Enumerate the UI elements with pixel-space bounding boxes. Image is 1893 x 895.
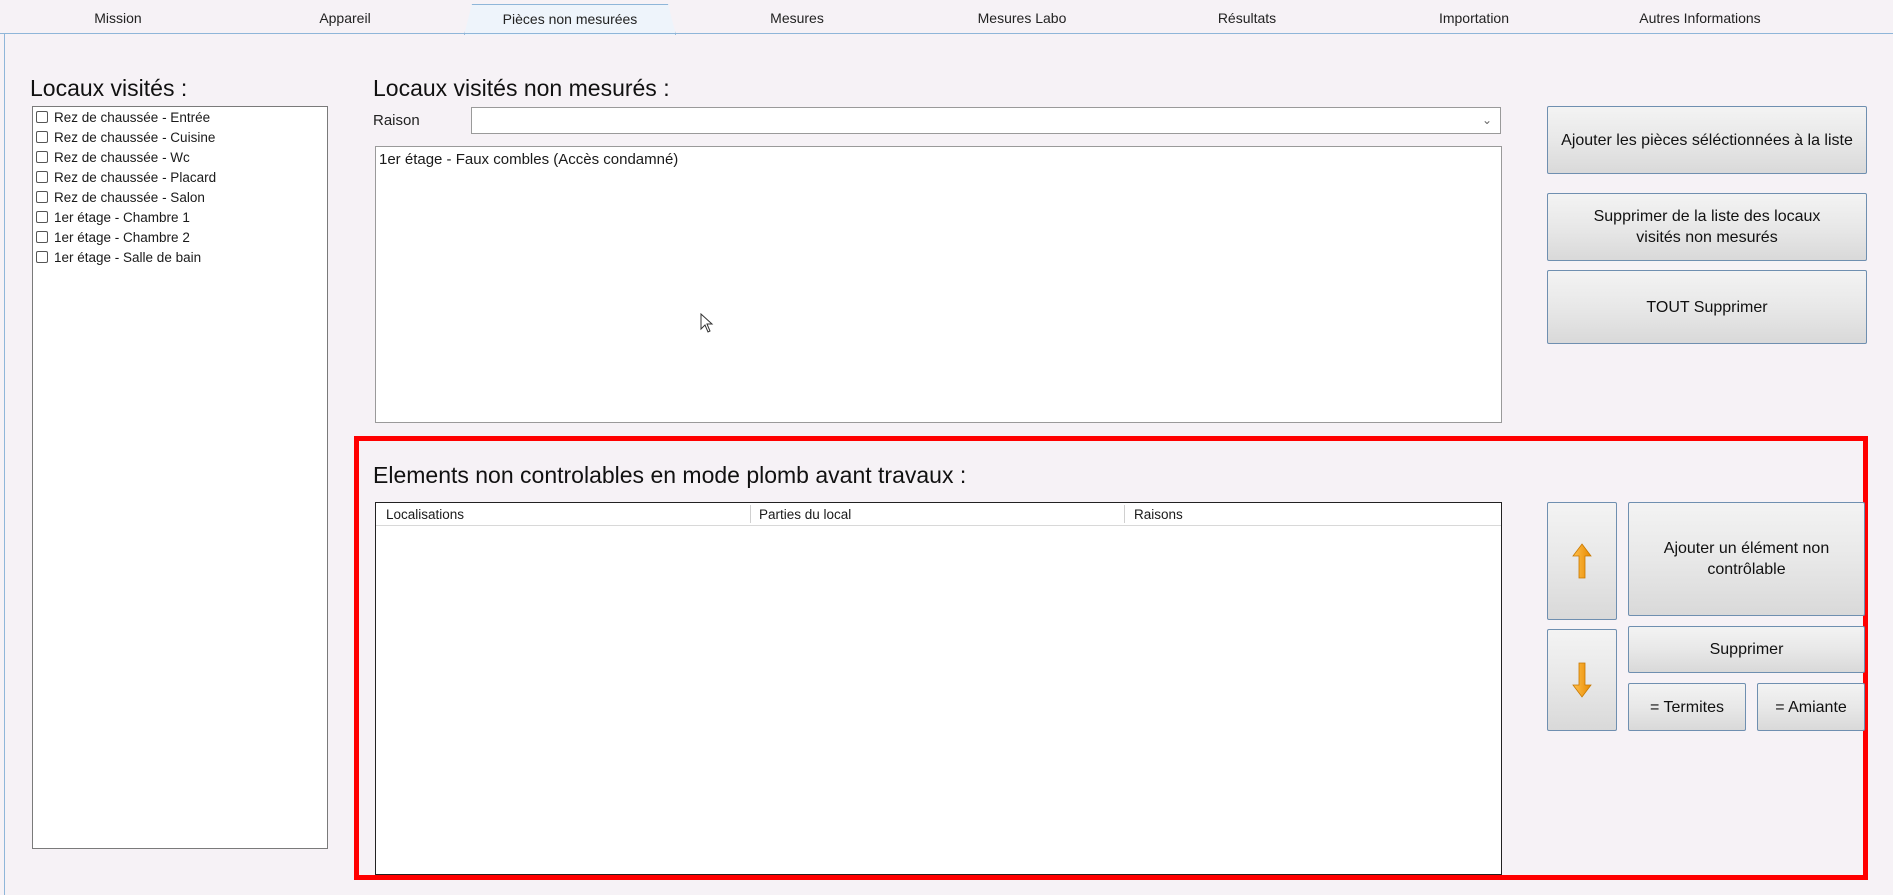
column-separator[interactable] [750, 505, 751, 523]
checkbox[interactable] [36, 231, 48, 243]
column-header-localisations[interactable]: Localisations [386, 507, 464, 522]
list-item[interactable]: Rez de chaussée - Cuisine [33, 127, 327, 147]
checkbox[interactable] [36, 151, 48, 163]
tab-divider [0, 33, 1893, 34]
column-header-raisons[interactable]: Raisons [1134, 507, 1183, 522]
add-element-button[interactable]: Ajouter un élément non contrôlable [1628, 502, 1865, 616]
tab-importation[interactable]: Importation [1394, 4, 1554, 33]
list-item-label: Rez de chaussée - Cuisine [54, 129, 216, 145]
elements-title: Elements non controlables en mode plomb … [373, 462, 967, 488]
list-item-label: 1er étage - Chambre 2 [54, 229, 190, 245]
delete-all-button[interactable]: TOUT Supprimer [1547, 270, 1867, 344]
tab-appareil[interactable]: Appareil [265, 4, 425, 33]
delete-element-button[interactable]: Supprimer [1628, 626, 1865, 673]
list-item[interactable]: 1er étage - Chambre 1 [33, 207, 327, 227]
tab-pieces-non-mesurees[interactable]: Pièces non mesurées [464, 4, 676, 35]
raison-dropdown[interactable]: ⌄ [471, 107, 1501, 134]
list-item-label: 1er étage - Salle de bain [54, 249, 202, 265]
tab-bar: Mission Appareil Pièces non mesurées Mes… [0, 0, 1893, 34]
move-down-button[interactable] [1547, 629, 1617, 731]
arrow-down-icon [1572, 662, 1592, 698]
add-selected-rooms-button[interactable]: Ajouter les pièces séléctionnées à la li… [1547, 106, 1867, 174]
locaux-visites-list[interactable]: Rez de chaussée - Entrée Rez de chaussée… [32, 106, 328, 849]
checkbox[interactable] [36, 171, 48, 183]
list-item[interactable]: 1er étage - Salle de bain [33, 247, 327, 267]
amiante-button[interactable]: = Amiante [1757, 683, 1865, 731]
list-item-label: 1er étage - Chambre 1 [54, 209, 190, 225]
frame-border [4, 34, 5, 895]
list-item[interactable]: 1er étage - Chambre 2 [33, 227, 327, 247]
checkbox[interactable] [36, 191, 48, 203]
list-item[interactable]: Rez de chaussée - Entrée [33, 107, 327, 127]
tab-mission[interactable]: Mission [38, 4, 198, 33]
mouse-cursor-icon [700, 313, 714, 333]
raison-label: Raison [373, 112, 420, 129]
termites-button[interactable]: = Termites [1628, 683, 1746, 731]
tab-resultats[interactable]: Résultats [1167, 4, 1327, 33]
checkbox[interactable] [36, 251, 48, 263]
arrow-up-icon [1572, 543, 1592, 579]
checkbox[interactable] [36, 111, 48, 123]
elements-table[interactable]: Localisations Parties du local Raisons [375, 502, 1502, 875]
list-item-label: Rez de chaussée - Entrée [54, 109, 211, 125]
tab-mesures[interactable]: Mesures [717, 4, 877, 33]
checkbox[interactable] [36, 211, 48, 223]
column-separator[interactable] [1124, 505, 1125, 523]
locaux-visites-title: Locaux visités : [30, 75, 188, 101]
list-item-label: Rez de chaussée - Placard [54, 169, 217, 185]
move-up-button[interactable] [1547, 502, 1617, 620]
column-header-parties[interactable]: Parties du local [759, 507, 851, 522]
table-header: Localisations Parties du local Raisons [376, 503, 1501, 526]
list-item[interactable]: Rez de chaussée - Wc [33, 147, 327, 167]
list-item[interactable]: Rez de chaussée - Placard [33, 167, 327, 187]
remove-from-list-button[interactable]: Supprimer de la liste des locaux visités… [1547, 193, 1867, 261]
list-item-label: Rez de chaussée - Salon [54, 189, 205, 205]
tab-mesures-labo[interactable]: Mesures Labo [942, 4, 1102, 33]
non-mesures-list[interactable]: 1er étage - Faux combles (Accès condamné… [375, 146, 1502, 423]
checkbox[interactable] [36, 131, 48, 143]
tab-autres-informations[interactable]: Autres Informations [1600, 4, 1800, 33]
list-item[interactable]: 1er étage - Faux combles (Accès condamné… [379, 151, 1498, 168]
list-item-label: Rez de chaussée - Wc [54, 149, 190, 165]
non-mesures-title: Locaux visités non mesurés : [373, 75, 670, 101]
list-item[interactable]: Rez de chaussée - Salon [33, 187, 327, 207]
chevron-down-icon: ⌄ [1481, 113, 1492, 127]
